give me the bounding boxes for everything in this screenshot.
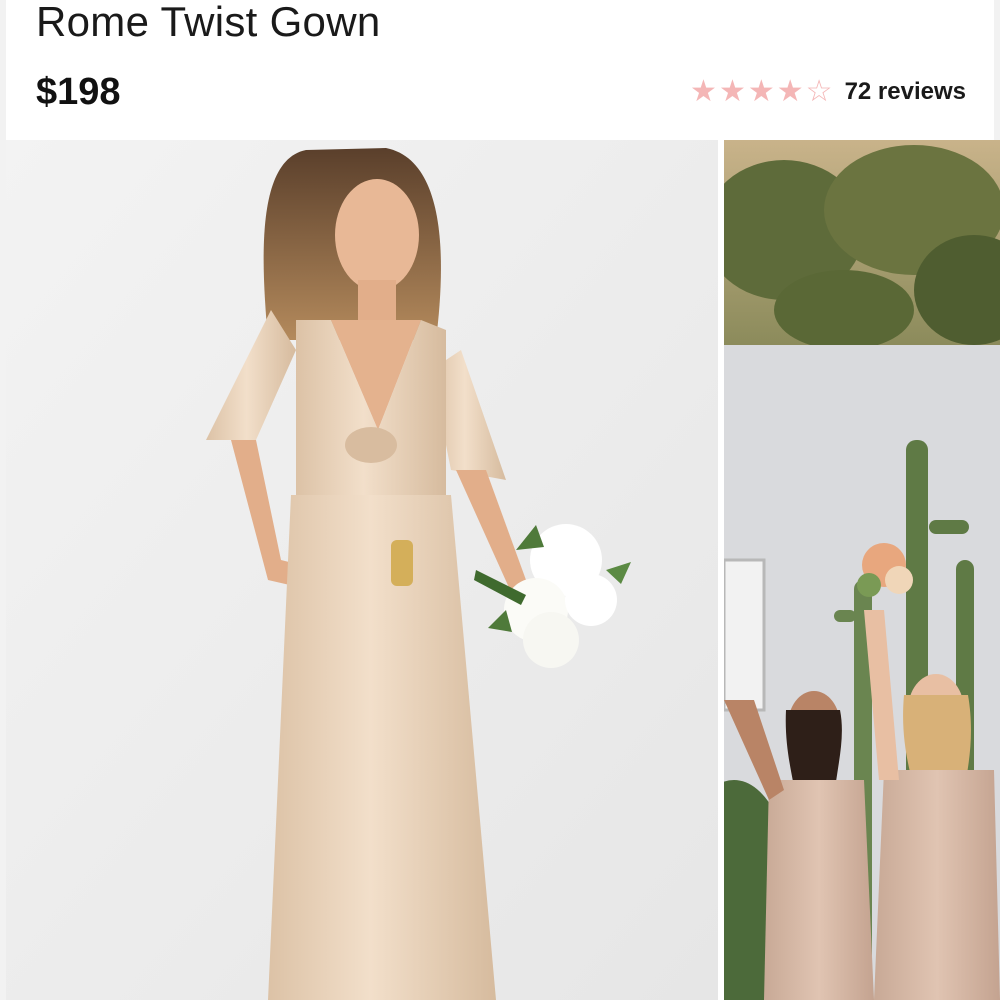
star-filled-icon: ★	[747, 75, 775, 108]
reviews-link[interactable]: 72 reviews	[845, 78, 966, 106]
star-filled-icon: ★	[718, 75, 746, 108]
model-photo-illustration	[6, 140, 718, 1000]
star-outline-icon: ☆	[805, 75, 833, 108]
star-filled-icon: ★	[776, 75, 804, 108]
product-title: Rome Twist Gown	[36, 0, 381, 45]
product-secondary-image[interactable]	[724, 140, 1000, 1000]
star-filled-icon: ★	[690, 75, 717, 108]
bridesmaids-photo-illustration	[724, 140, 1000, 1000]
product-rating[interactable]: ★ ★ ★ ★ ☆ 72 reviews	[690, 72, 966, 112]
product-main-image[interactable]	[6, 140, 718, 1000]
product-price: $198	[36, 71, 121, 113]
page-right-edge	[994, 0, 1000, 140]
